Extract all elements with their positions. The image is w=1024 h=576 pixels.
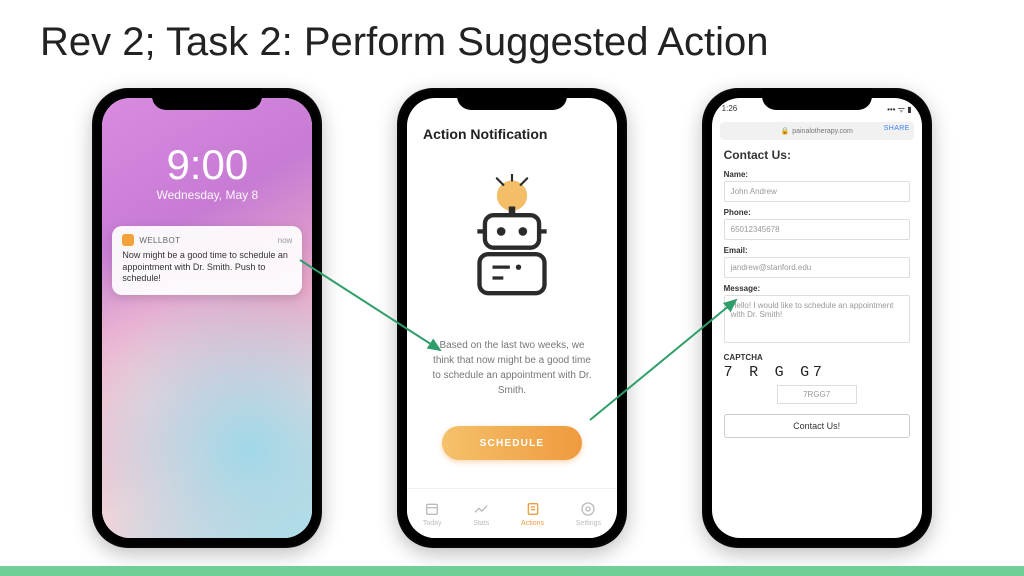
app-badge-icon [122, 234, 134, 246]
url-text: painalotherapy.com [792, 128, 853, 135]
phone-field[interactable]: 65012345678 [724, 219, 910, 240]
name-field[interactable]: John Andrew [724, 181, 910, 202]
suggestion-message: Based on the last two weeks, we think th… [431, 338, 593, 398]
message-field[interactable]: Hello! I would like to schedule an appoi… [724, 295, 910, 343]
nav-today[interactable]: Today [423, 501, 442, 527]
status-time: 1:26 [722, 104, 738, 115]
phone-action-notification: Action Notification [397, 88, 627, 548]
push-app-name: WELLBOT [139, 236, 180, 245]
lock-date: Wednesday, May 8 [102, 188, 312, 202]
lock-icon: 🔒 [780, 127, 789, 135]
phone-lockscreen: 9:00 Wednesday, May 8 WELLBOT now Now mi… [92, 88, 322, 548]
email-field[interactable]: jandrew@stanford.edu [724, 257, 910, 278]
nav-actions[interactable]: Actions [521, 501, 544, 527]
bottom-nav: Today Stats Actions Settings [407, 488, 617, 538]
notch [457, 88, 567, 110]
push-body: Now might be a good time to schedule an … [122, 250, 292, 285]
status-icons: ••• ᯤ ▮ [887, 104, 912, 115]
contact-submit-button[interactable]: Contact Us! [724, 414, 910, 438]
form-title: Contact Us: [724, 148, 910, 162]
schedule-button[interactable]: SCHEDULE [442, 426, 582, 460]
captcha-label: CAPTCHA [724, 353, 910, 362]
push-time: now [278, 236, 293, 245]
email-label: Email: [724, 246, 910, 255]
share-link[interactable]: SHARE [884, 125, 910, 132]
phone-label: Phone: [724, 208, 910, 217]
lock-clock: 9:00 Wednesday, May 8 [102, 144, 312, 202]
robot-illustration [437, 164, 587, 314]
nav-stats[interactable]: Stats [473, 501, 489, 527]
slide-title: Rev 2; Task 2: Perform Suggested Action [40, 20, 984, 65]
message-label: Message: [724, 284, 910, 293]
footer-accent [0, 566, 1024, 576]
notch [152, 88, 262, 110]
push-notification[interactable]: WELLBOT now Now might be a good time to … [112, 226, 302, 295]
name-label: Name: [724, 170, 910, 179]
captcha-field[interactable]: 7RGG7 [777, 385, 857, 404]
captcha-image: 7 R G G7 [724, 364, 910, 381]
screen-title: Action Notification [423, 126, 547, 142]
phones-row: 9:00 Wednesday, May 8 WELLBOT now Now mi… [0, 80, 1024, 556]
status-bar: 1:26 ••• ᯤ ▮ [722, 104, 912, 115]
lock-time: 9:00 [102, 144, 312, 186]
nav-settings[interactable]: Settings [576, 501, 601, 527]
phone-contact-form: 1:26 ••• ᯤ ▮ 🔒 painalotherapy.com SHARE … [702, 88, 932, 548]
